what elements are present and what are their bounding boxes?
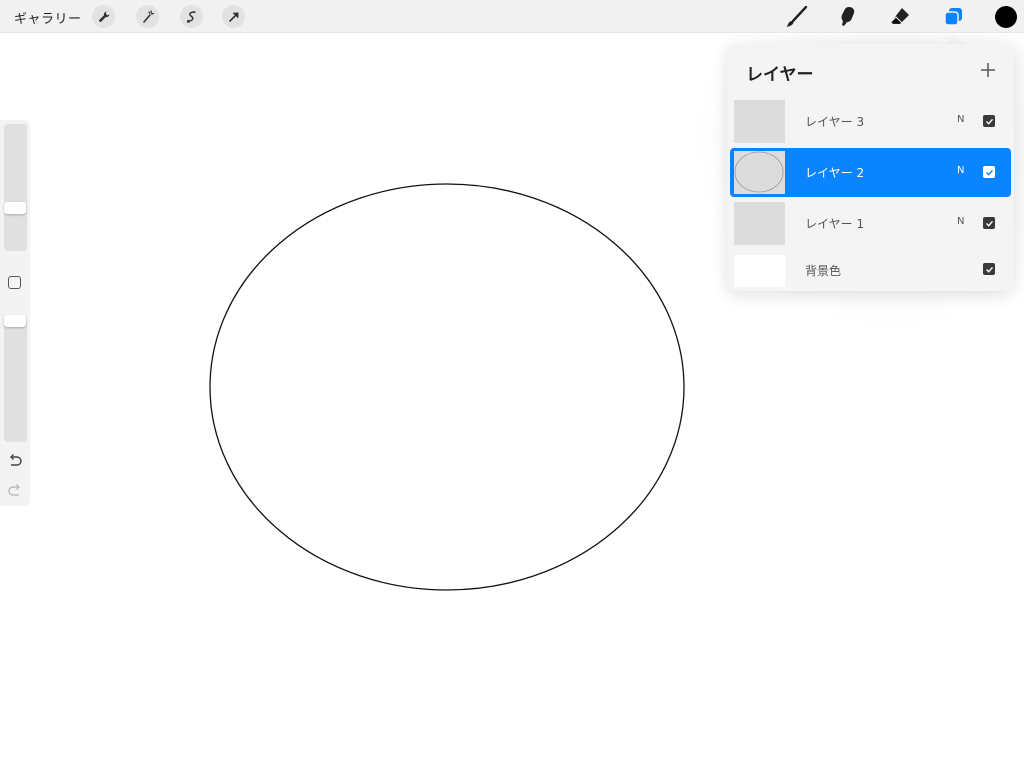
blend-mode-button[interactable]: N xyxy=(957,165,964,176)
layer-thumbnail xyxy=(734,100,785,143)
magic-wand-icon[interactable] xyxy=(136,5,159,28)
visibility-checkbox[interactable] xyxy=(983,115,995,127)
brush-size-thumb[interactable] xyxy=(4,202,26,214)
background-color-swatch[interactable] xyxy=(734,255,785,287)
brush-icon[interactable] xyxy=(784,4,810,30)
drawn-ellipse xyxy=(209,183,685,591)
layer-row-2-selected[interactable]: レイヤー 2 N xyxy=(730,148,1011,197)
brush-size-slider[interactable] xyxy=(4,124,27,251)
opacity-slider[interactable] xyxy=(4,316,27,442)
visibility-checkbox[interactable] xyxy=(983,166,995,178)
transform-arrow-icon[interactable] xyxy=(222,5,245,28)
blend-mode-button[interactable]: N xyxy=(957,216,964,227)
layer-thumbnail xyxy=(734,151,785,194)
smudge-icon[interactable] xyxy=(835,4,861,30)
blend-mode-button[interactable]: N xyxy=(957,114,964,125)
layer-name: レイヤー 3 xyxy=(805,115,865,129)
redo-icon[interactable] xyxy=(6,482,24,498)
opacity-thumb[interactable] xyxy=(4,315,26,327)
gallery-button[interactable]: ギャラリー xyxy=(14,8,82,27)
layer-name: レイヤー 2 xyxy=(805,166,865,180)
color-picker-button[interactable] xyxy=(995,6,1017,28)
layer-row-3[interactable]: レイヤー 3 N xyxy=(730,97,1011,146)
layers-panel-title: レイヤー xyxy=(746,65,814,85)
undo-icon[interactable] xyxy=(6,452,24,468)
wrench-icon[interactable] xyxy=(92,5,115,28)
selection-icon[interactable] xyxy=(180,5,203,28)
visibility-checkbox[interactable] xyxy=(983,217,995,229)
background-color-row[interactable]: 背景色 xyxy=(730,250,1011,290)
left-sidebar xyxy=(0,120,30,506)
layer-name: 背景色 xyxy=(805,264,842,278)
eraser-icon[interactable] xyxy=(887,4,913,30)
ellipse-thumbnail-icon xyxy=(734,151,784,193)
top-toolbar: ギャラリー xyxy=(0,0,1024,33)
layer-thumbnail xyxy=(734,202,785,245)
layer-row-1[interactable]: レイヤー 1 N xyxy=(730,199,1011,248)
layers-icon[interactable] xyxy=(940,4,966,30)
layer-name: レイヤー 1 xyxy=(805,217,865,231)
visibility-checkbox[interactable] xyxy=(983,263,995,275)
layers-panel: レイヤー レイヤー 3 N レイヤー 2 N レイヤー 1 N 背景色 xyxy=(727,44,1014,291)
modify-square-icon[interactable] xyxy=(8,276,21,289)
add-layer-button[interactable] xyxy=(978,60,998,80)
